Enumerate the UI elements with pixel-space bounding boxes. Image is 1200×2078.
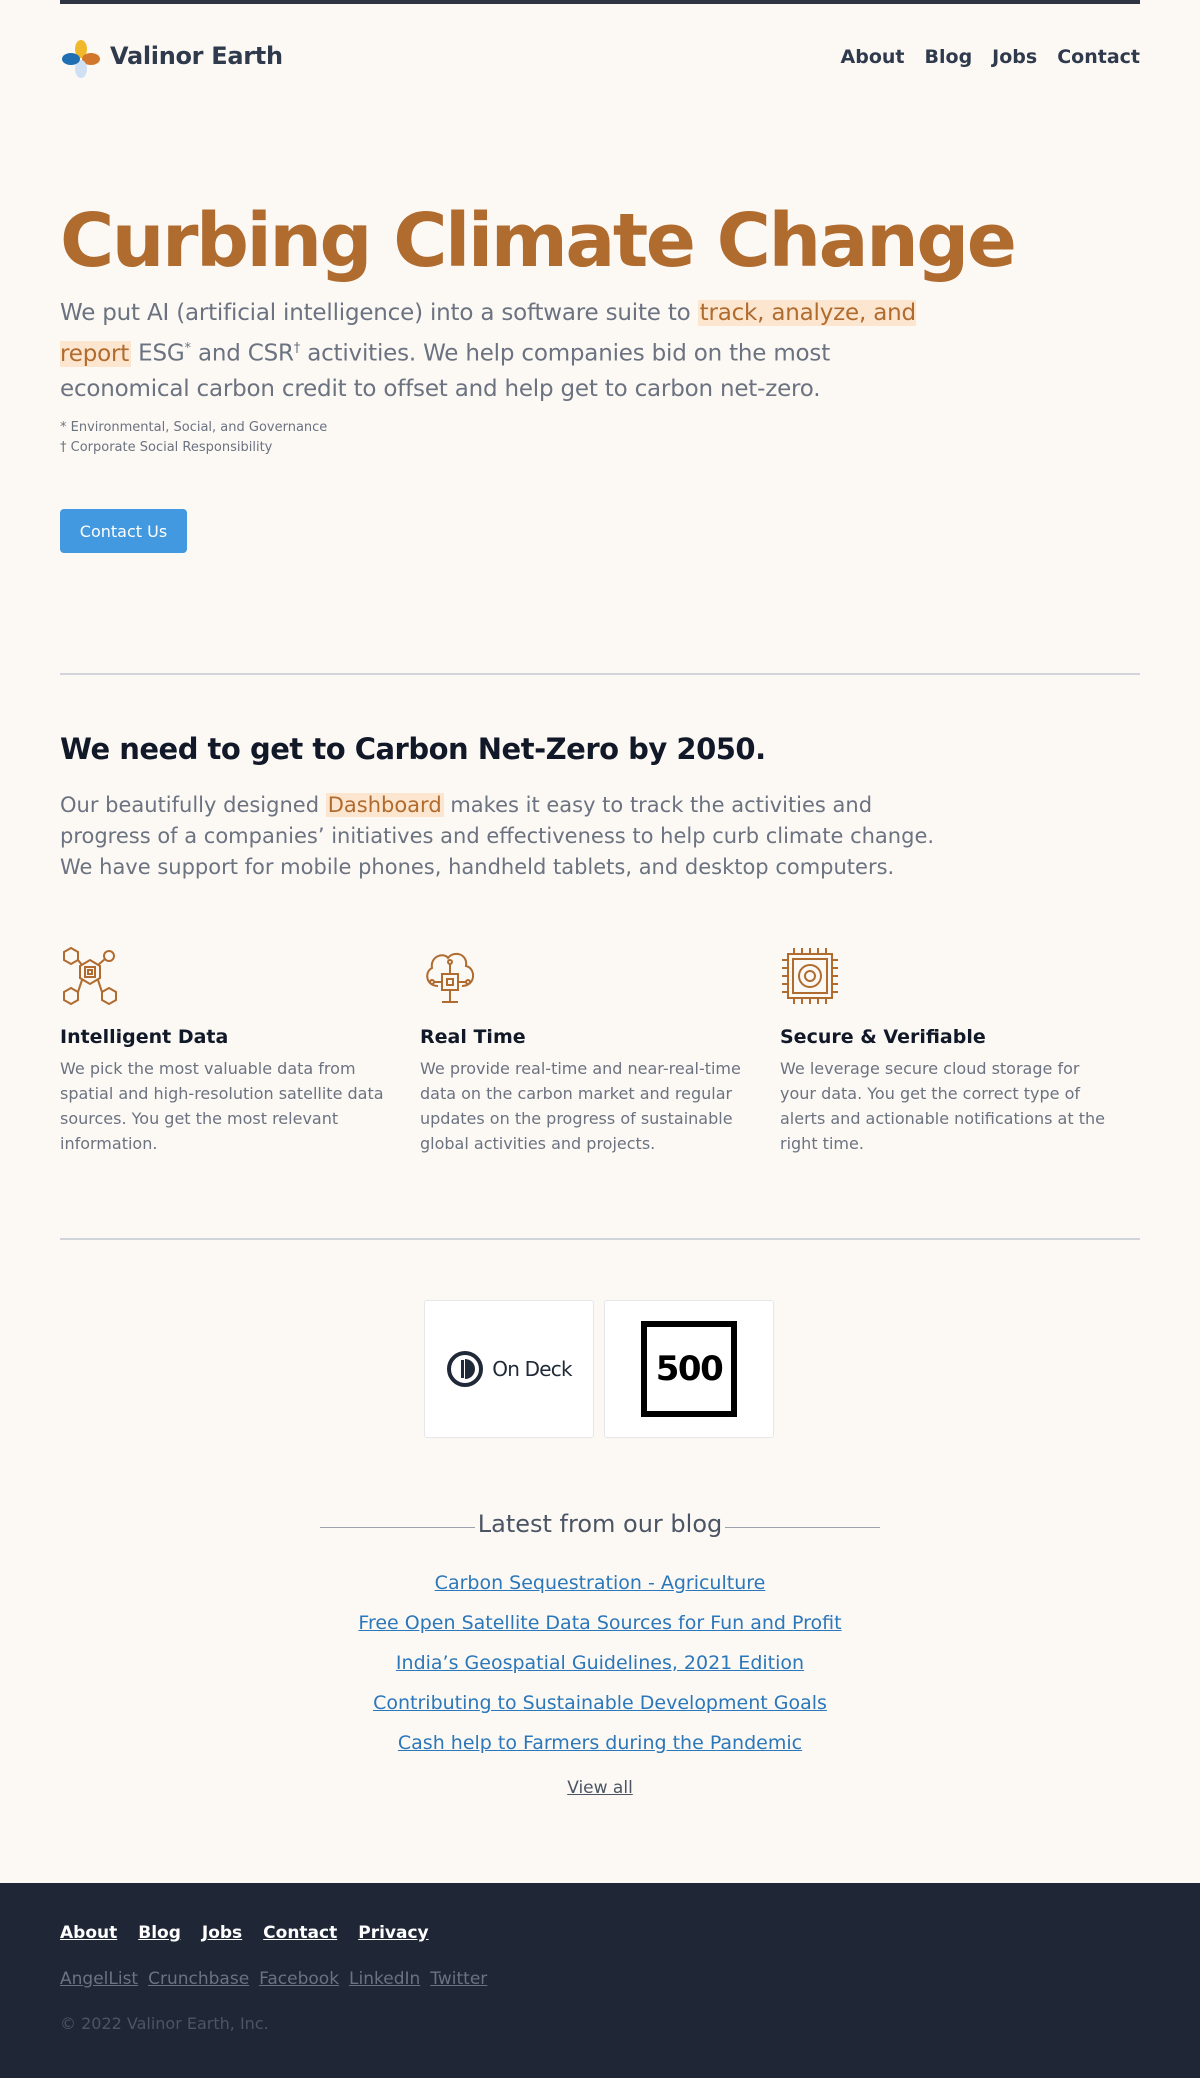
hero-title: Curbing Climate Change [60, 198, 1017, 284]
blog-post-link[interactable]: Contributing to Sustainable Development … [200, 1692, 1000, 1732]
ondeck-wordmark: On Deck [492, 1357, 572, 1381]
section-title: We need to get to Carbon Net-Zero by 205… [60, 732, 766, 766]
hero-text-esg: ESG [131, 340, 185, 367]
ondeck-logo-card[interactable]: On Deck [424, 1300, 594, 1438]
feature-secure-verifiable: Secure & Verifiable We leverage secure c… [780, 946, 1140, 1156]
section-text-part: Our beautifully designed [60, 793, 326, 817]
nav-contact[interactable]: Contact [1057, 46, 1140, 68]
feature-text: We provide real-time and near-real-time … [420, 1059, 741, 1153]
blog-post-link[interactable]: Free Open Satellite Data Sources for Fun… [200, 1612, 1000, 1652]
footer-nav: About Blog Jobs Contact Privacy [60, 1923, 429, 1943]
nav-jobs[interactable]: Jobs [992, 46, 1037, 68]
main-nav: About Blog Jobs Contact [841, 46, 1140, 68]
footer-link-about[interactable]: About [60, 1923, 117, 1943]
contact-us-button[interactable]: Contact Us [60, 509, 187, 553]
blog-post-link[interactable]: India’s Geospatial Guidelines, 2021 Edit… [200, 1652, 1000, 1692]
secure-chip-icon [782, 948, 838, 1004]
nav-about[interactable]: About [841, 46, 905, 68]
social-link-facebook[interactable]: Facebook [259, 1969, 339, 1989]
divider [60, 1238, 1140, 1240]
heading-line-right [725, 1527, 880, 1528]
footnote-esg: * Environmental, Social, and Governance [60, 420, 328, 435]
view-all-link[interactable]: View all [567, 1778, 633, 1798]
blog-heading: Latest from our blog [320, 1510, 880, 1538]
hero-text-part: We put AI (artificial intelligence) into… [60, 300, 698, 326]
blog-post-link[interactable]: Cash help to Farmers during the Pandemic [200, 1732, 1000, 1772]
view-all-wrapper: View all [200, 1778, 1000, 1798]
top-accent-bar [60, 0, 1140, 4]
footer-social-links: AngelList Crunchbase Facebook LinkedIn T… [60, 1969, 487, 1989]
hexagon-chip-icon [63, 946, 117, 1006]
social-link-angellist[interactable]: AngelList [60, 1969, 138, 1989]
feature-intelligent-data: Intelligent Data We pick the most valuab… [60, 946, 420, 1156]
five-hundred-logo-card[interactable]: 500 [604, 1300, 774, 1438]
five-hundred-logo: 500 [641, 1321, 737, 1417]
brand-name[interactable]: Valinor Earth [110, 42, 283, 70]
feature-title: Intelligent Data [60, 1026, 229, 1048]
partner-logos: On Deck 500 [424, 1300, 774, 1438]
feature-title: Real Time [420, 1026, 526, 1048]
blog-post-link[interactable]: Carbon Sequestration - Agriculture [200, 1572, 1000, 1612]
site-header: Valinor Earth About Blog Jobs Contact [60, 36, 1140, 82]
section-description: Our beautifully designed Dashboard makes… [60, 790, 940, 883]
feature-real-time: Real Time We provide real-time and near-… [420, 946, 780, 1156]
feature-text: We leverage secure cloud storage for you… [780, 1059, 1105, 1153]
copyright: © 2022 Valinor Earth, Inc. [60, 2014, 269, 2033]
blog-heading-text: Latest from our blog [477, 1510, 723, 1538]
nav-blog[interactable]: Blog [925, 46, 973, 68]
footer-link-contact[interactable]: Contact [263, 1923, 337, 1943]
feature-text: We pick the most valuable data from spat… [60, 1059, 384, 1153]
divider [60, 673, 1140, 675]
social-link-crunchbase[interactable]: Crunchbase [148, 1969, 249, 1989]
heading-line-left [320, 1527, 475, 1528]
social-link-linkedin[interactable]: LinkedIn [349, 1969, 420, 1989]
circuit-tree-icon [426, 952, 474, 1003]
blog-post-list: Carbon Sequestration - Agriculture Free … [200, 1572, 1000, 1772]
site-footer: About Blog Jobs Contact Privacy AngelLis… [0, 1883, 1200, 2078]
social-link-twitter[interactable]: Twitter [430, 1969, 487, 1989]
hero-text-csr: and CSR [190, 340, 294, 367]
feature-title: Secure & Verifiable [780, 1026, 986, 1048]
hero-description: We put AI (artificial intelligence) into… [60, 296, 940, 407]
footer-link-blog[interactable]: Blog [138, 1923, 181, 1943]
footnote-csr: † Corporate Social Responsibility [60, 440, 273, 455]
feature-list: Intelligent Data We pick the most valuab… [60, 946, 1140, 1156]
ondeck-icon [447, 1351, 484, 1387]
ondeck-logo: On Deck [446, 1350, 573, 1388]
valinor-logo-icon[interactable] [60, 38, 102, 80]
footer-link-privacy[interactable]: Privacy [358, 1923, 428, 1943]
footer-link-jobs[interactable]: Jobs [202, 1923, 242, 1943]
hero-footnotes: * Environmental, Social, and Governance … [60, 418, 1140, 458]
dashboard-highlight: Dashboard [325, 793, 444, 817]
